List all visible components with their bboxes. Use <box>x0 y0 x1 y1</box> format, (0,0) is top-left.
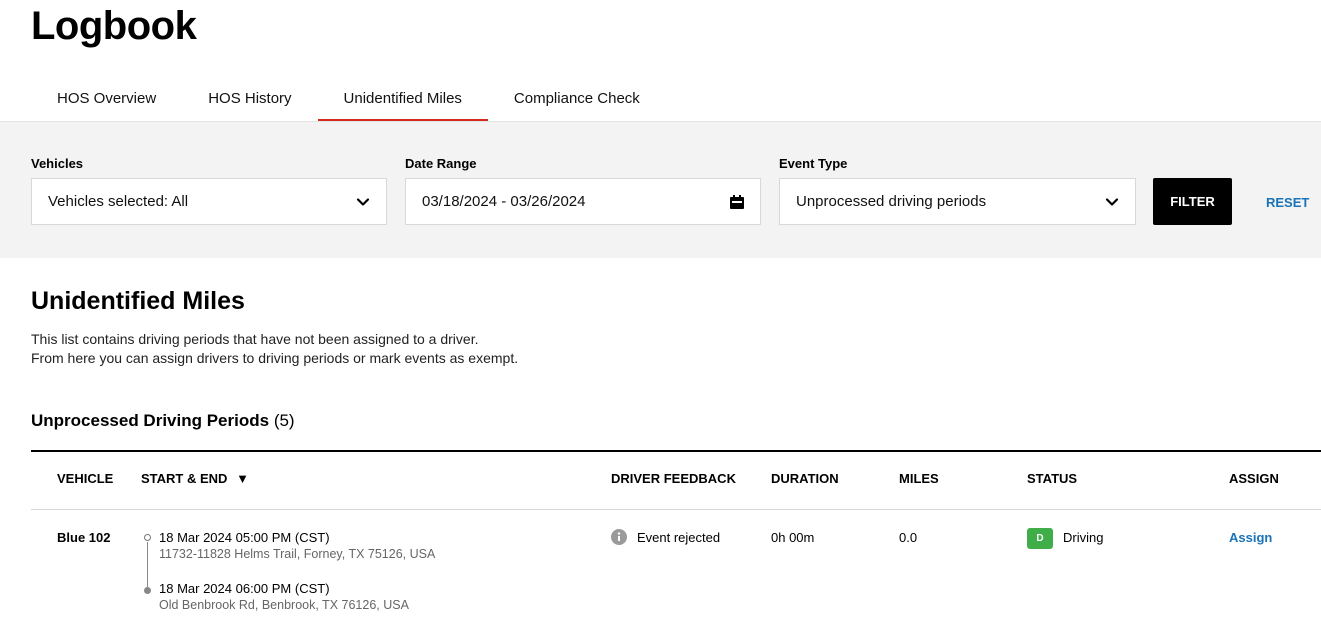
description-line: From here you can assign drivers to driv… <box>31 350 519 366</box>
column-header-miles[interactable]: MILES <box>899 471 939 486</box>
filter-button[interactable]: FILTER <box>1153 178 1232 225</box>
column-header-start-end[interactable]: START & END ▼ <box>141 471 249 486</box>
vehicles-label: Vehicles <box>31 156 84 171</box>
row-duration: 0h 00m <box>771 530 815 545</box>
tab-hos-history[interactable]: HOS History <box>182 80 317 122</box>
row-miles: 0.0 <box>899 530 918 545</box>
date-range-value: 03/18/2024 - 03/26/2024 <box>422 193 586 210</box>
section-description: This list contains driving periods that … <box>31 330 518 368</box>
list-subtitle: Unprocessed Driving Periods (5) <box>31 411 295 431</box>
column-header-driver-feedback[interactable]: DRIVER FEEDBACK <box>611 471 736 486</box>
description-line: This list contains driving periods that … <box>31 331 479 347</box>
list-count: (5) <box>273 411 295 430</box>
vehicles-select[interactable]: Vehicles selected: All <box>31 178 387 225</box>
row-vehicle: Blue 102 <box>57 530 111 545</box>
row-start-time: 18 Mar 2024 05:00 PM (CST) <box>159 530 330 545</box>
timeline-connector <box>147 542 148 588</box>
event-type-label: Event Type <box>779 156 848 171</box>
tab-bar: HOS Overview HOS History Unidentified Mi… <box>31 80 666 122</box>
status-badge: D <box>1027 528 1053 549</box>
list-subtitle-text: Unprocessed Driving Periods <box>31 411 270 430</box>
table-header-divider <box>31 509 1321 510</box>
row-end-location: Old Benbrook Rd, Benbrook, TX 76126, USA <box>159 598 409 612</box>
row-end-time: 18 Mar 2024 06:00 PM (CST) <box>159 581 330 596</box>
row-status: Driving <box>1063 530 1104 545</box>
end-marker-icon <box>144 587 151 594</box>
column-header-status[interactable]: STATUS <box>1027 471 1077 486</box>
page-title: Logbook <box>31 4 197 48</box>
tab-hos-overview[interactable]: HOS Overview <box>31 80 182 122</box>
date-range-input[interactable]: 03/18/2024 - 03/26/2024 <box>405 178 761 225</box>
column-header-assign: ASSIGN <box>1229 471 1279 486</box>
tab-compliance-check[interactable]: Compliance Check <box>488 80 666 122</box>
column-header-duration[interactable]: DURATION <box>771 471 839 486</box>
row-driver-feedback: Event rejected <box>637 530 721 545</box>
table-top-border <box>31 450 1321 452</box>
column-header-vehicle[interactable]: VEHICLE <box>57 471 113 486</box>
sort-desc-icon: ▼ <box>236 471 249 486</box>
event-type-value: Unprocessed driving periods <box>796 193 987 210</box>
row-start-location: 11732-11828 Helms Trail, Forney, TX 7512… <box>159 547 436 561</box>
assign-link[interactable]: Assign <box>1229 530 1272 545</box>
reset-link[interactable]: RESET <box>1266 195 1309 210</box>
filter-bar: Vehicles Vehicles selected: All Date Ran… <box>0 121 1321 258</box>
section-title: Unidentified Miles <box>31 287 245 315</box>
calendar-icon <box>730 195 744 209</box>
date-range-label: Date Range <box>405 156 477 171</box>
tab-unidentified-miles[interactable]: Unidentified Miles <box>317 80 489 122</box>
event-type-select[interactable]: Unprocessed driving periods <box>779 178 1136 225</box>
vehicles-select-value: Vehicles selected: All <box>48 193 189 210</box>
column-header-start-end-label: START & END <box>141 471 228 486</box>
chevron-down-icon <box>356 198 370 206</box>
chevron-down-icon <box>1105 198 1119 206</box>
start-marker-icon <box>144 534 151 541</box>
info-icon[interactable] <box>611 529 627 545</box>
